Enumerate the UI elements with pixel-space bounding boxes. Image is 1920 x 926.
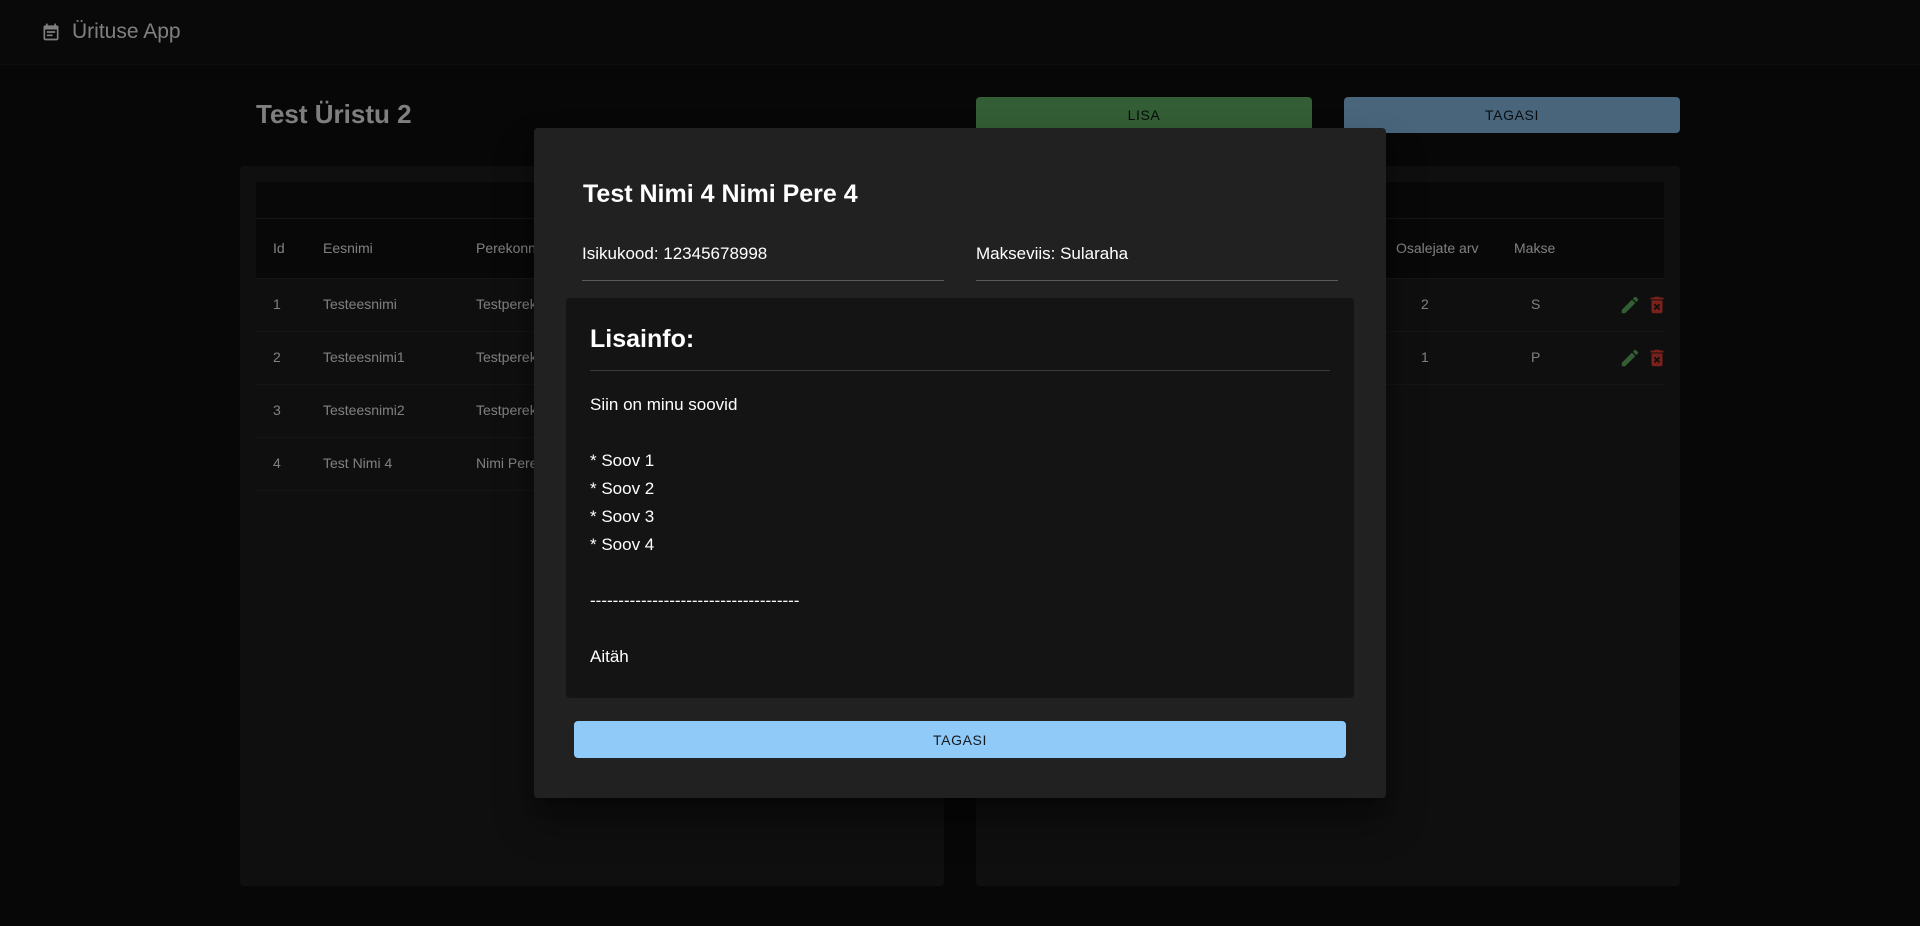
additional-info-text: Siin on minu soovid * Soov 1 * Soov 2 * …	[590, 391, 799, 671]
info-line	[590, 615, 799, 643]
payment-method-field: Makseviis: Sularaha	[976, 229, 1338, 281]
info-line: Siin on minu soovid	[590, 395, 738, 414]
divider	[590, 370, 1330, 371]
dialog-title: Test Nimi 4 Nimi Pere 4	[583, 180, 858, 208]
additional-info-box: Lisainfo: Siin on minu soovid * Soov 1 *…	[566, 298, 1354, 698]
info-line	[590, 419, 799, 447]
info-line: * Soov 3	[590, 507, 655, 526]
info-line: -------------------------------------	[590, 591, 800, 610]
participant-details-dialog: Test Nimi 4 Nimi Pere 4 Isikukood: 12345…	[534, 128, 1386, 798]
additional-info-title: Lisainfo:	[590, 325, 695, 353]
info-line: Aitäh	[590, 647, 629, 666]
info-line: * Soov 2	[590, 479, 655, 498]
personal-code-field: Isikukood: 12345678998	[582, 229, 944, 281]
info-line: * Soov 4	[590, 535, 655, 554]
info-line: * Soov 1	[590, 451, 655, 470]
info-line	[590, 559, 799, 587]
dialog-back-button[interactable]: TAGASI	[574, 721, 1346, 758]
